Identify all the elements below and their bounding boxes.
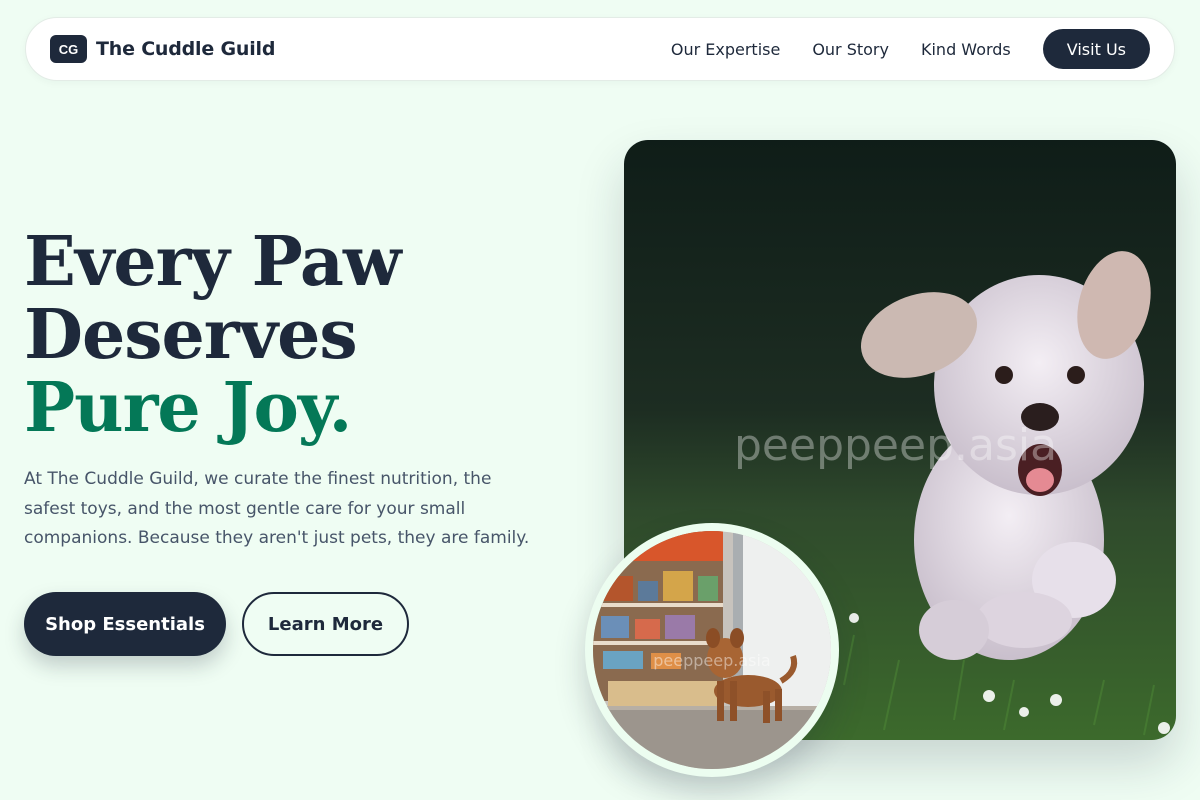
visit-us-button[interactable]: Visit Us [1042, 29, 1150, 69]
brand-name: The Cuddle Guild [96, 38, 276, 60]
headline-line-1: Every Paw [24, 222, 402, 302]
nav-links: Our Expertise Our Story Kind Words Visit… [671, 29, 1150, 69]
headline-accent: Pure Joy. [24, 368, 352, 448]
watermark: peeppeep.asia [734, 420, 1058, 471]
shop-essentials-button[interactable]: Shop Essentials [24, 592, 226, 656]
inset-photo-frame: peeppeep.asia [585, 523, 839, 777]
logo-mark: CG [50, 35, 87, 63]
puppy-illustration [593, 531, 831, 769]
brand[interactable]: CG The Cuddle Guild [50, 35, 275, 63]
top-navbar: CG The Cuddle Guild Our Expertise Our St… [25, 17, 1175, 81]
hero-description: At The Cuddle Guild, we curate the fines… [24, 469, 530, 548]
inset-watermark: peeppeep.asia [653, 651, 771, 670]
headline-line-2: Deserves [24, 295, 358, 375]
nav-link-our-story[interactable]: Our Story [812, 40, 889, 59]
hero-headline: Every Paw Deserves Pure Joy. [24, 222, 402, 448]
learn-more-button[interactable]: Learn More [242, 592, 409, 656]
nav-link-kind-words[interactable]: Kind Words [921, 40, 1011, 59]
puppy-shop-photo: peeppeep.asia [593, 531, 831, 769]
nav-link-our-expertise[interactable]: Our Expertise [671, 40, 780, 59]
